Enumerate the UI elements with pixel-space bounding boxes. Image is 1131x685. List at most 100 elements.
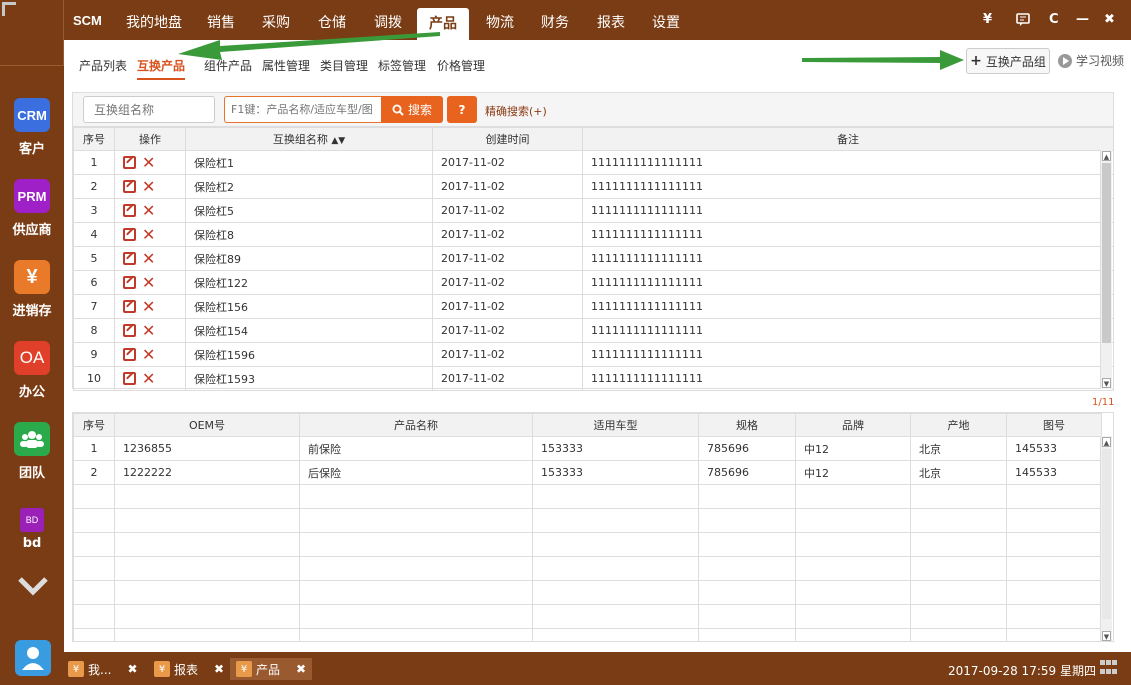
nav-sales[interactable]: 销售	[207, 12, 235, 32]
edit-icon[interactable]	[123, 372, 136, 386]
search-button[interactable]: 搜索	[381, 96, 443, 123]
delete-icon[interactable]: ✕	[142, 250, 155, 266]
empty-cell	[1006, 484, 1102, 509]
edit-icon[interactable]	[123, 348, 136, 362]
table-row[interactable]: 2 1222222 后保险 153333 785696 中12 北京 145533	[73, 460, 1102, 485]
nav-reports[interactable]: 报表	[597, 12, 625, 32]
delete-icon[interactable]: ✕	[142, 274, 155, 290]
sidebar-app-label: 团队	[18, 466, 45, 481]
tab-component-product[interactable]: 组件产品	[204, 57, 252, 74]
task-reports[interactable]: ¥ 报表 ✖	[154, 658, 224, 680]
scroll-thumb[interactable]	[1102, 449, 1111, 619]
product-search-input[interactable]	[224, 96, 382, 123]
close-icon[interactable]: ✖	[214, 662, 224, 676]
edit-icon[interactable]	[123, 252, 136, 266]
add-interchange-group-button[interactable]: + 互换产品组	[966, 48, 1050, 74]
delete-icon[interactable]: ✕	[142, 154, 155, 170]
delete-icon[interactable]: ✕	[142, 202, 155, 218]
delete-icon[interactable]: ✕	[142, 346, 155, 362]
empty-row	[73, 628, 1102, 641]
scroll-down-icon[interactable]: ▼	[1102, 631, 1111, 641]
table-row[interactable]: 4 ✕ 保险杠8 2017-11-02 1111111111111111	[73, 222, 1114, 247]
table-row[interactable]: 8 ✕ 保险杠154 2017-11-02 1111111111111111	[73, 318, 1114, 343]
close-icon[interactable]: ✖	[296, 662, 306, 676]
edit-icon[interactable]	[123, 204, 136, 218]
nav-transfer[interactable]: 调拨	[374, 12, 402, 32]
cell-note: 1111111111111111	[582, 174, 1114, 199]
sidebar-app-oa[interactable]: OA 办公	[0, 341, 64, 400]
table-row[interactable]: 3 ✕ 保险杠5 2017-11-02 1111111111111111	[73, 198, 1114, 223]
task-my-area[interactable]: ¥ 我... ✖	[68, 658, 138, 680]
table-row[interactable]: 10 ✕ 保险杠1593 2017-11-02 1111111111111111	[73, 366, 1114, 391]
help-button[interactable]: ?	[447, 96, 477, 123]
tab-tag-management[interactable]: 标签管理	[378, 57, 426, 74]
table-row[interactable]: 7 ✕ 保险杠156 2017-11-02 1111111111111111	[73, 294, 1114, 319]
empty-cell	[532, 508, 699, 533]
scroll-up-icon[interactable]: ▲	[1102, 437, 1111, 447]
edit-icon[interactable]	[123, 276, 136, 290]
edit-icon[interactable]	[123, 300, 136, 314]
delete-icon[interactable]: ✕	[142, 298, 155, 314]
scroll-up-icon[interactable]: ▲	[1102, 151, 1111, 161]
nav-my-area[interactable]: 我的地盘	[126, 12, 182, 32]
close-icon[interactable]: ✖	[127, 662, 137, 676]
cell-created: 2017-11-02	[432, 366, 583, 391]
cell-note: 1111111111111111	[582, 222, 1114, 247]
user-avatar-icon[interactable]	[15, 640, 51, 676]
edit-icon[interactable]	[123, 156, 136, 170]
sidebar-app-crm[interactable]: CRM 客户	[0, 98, 64, 157]
delete-icon[interactable]: ✕	[142, 370, 155, 386]
nav-logistics[interactable]: 物流	[486, 12, 514, 32]
empty-cell	[910, 628, 1007, 641]
table-row[interactable]: 5 ✕ 保险杠89 2017-11-02 1111111111111111	[73, 246, 1114, 271]
edit-icon[interactable]	[123, 324, 136, 338]
learn-video-link[interactable]: 学习视频	[1058, 52, 1124, 69]
nav-product[interactable]: 产品	[417, 8, 469, 40]
tab-price-management[interactable]: 价格管理	[437, 57, 485, 74]
task-product[interactable]: ¥ 产品 ✖	[230, 658, 313, 680]
nav-finance[interactable]: 财务	[541, 12, 569, 32]
app-grid-icon[interactable]	[1100, 660, 1118, 676]
tab-category-management[interactable]: 类目管理	[320, 57, 368, 74]
nav-warehouse[interactable]: 仓储	[318, 12, 346, 32]
chevron-down-icon[interactable]	[17, 570, 49, 602]
delete-icon[interactable]: ✕	[142, 226, 155, 242]
tab-product-list[interactable]: 产品列表	[79, 57, 127, 74]
nav-purchase[interactable]: 采购	[262, 12, 290, 32]
table-row[interactable]: 1 1236855 前保险 153333 785696 中12 北京 145533	[73, 436, 1102, 461]
close-icon[interactable]: ✖	[1104, 12, 1115, 27]
cell-no: 6	[73, 270, 115, 295]
group-name-input[interactable]	[83, 96, 215, 123]
sidebar-app-inventory[interactable]: ¥ 进销存	[0, 260, 64, 319]
table-row[interactable]: 2 ✕ 保险杠2 2017-11-02 1111111111111111	[73, 174, 1114, 199]
group-table-scrollbar[interactable]: ▲ ▼	[1100, 150, 1112, 389]
refresh-icon[interactable]: C	[1049, 12, 1059, 27]
tab-interchange-product[interactable]: 互换产品	[137, 57, 186, 80]
yen-icon[interactable]: ¥	[983, 12, 992, 27]
minimize-icon[interactable]: —	[1076, 12, 1089, 27]
scroll-down-icon[interactable]: ▼	[1102, 378, 1111, 388]
scroll-thumb[interactable]	[1102, 163, 1111, 343]
sidebar-app-prm[interactable]: PRM 供应商	[0, 179, 64, 238]
empty-cell	[532, 628, 699, 641]
nav-settings[interactable]: 设置	[652, 12, 680, 32]
product-table-scrollbar[interactable]: ▲ ▼	[1100, 436, 1112, 641]
message-icon[interactable]	[1016, 13, 1030, 27]
delete-icon[interactable]: ✕	[142, 178, 155, 194]
advanced-search-link[interactable]: 精确搜索(+)	[485, 103, 547, 119]
col-header-group-name[interactable]: 互换组名称 ▲▼	[185, 127, 433, 151]
yen-icon: ¥	[236, 661, 252, 677]
cell-actions: ✕	[114, 222, 186, 247]
edit-icon[interactable]	[123, 180, 136, 194]
sidebar-app-bd[interactable]: BD bd	[0, 508, 64, 551]
sidebar-app-team[interactable]: 团队	[0, 422, 64, 481]
table-row[interactable]: 6 ✕ 保险杠122 2017-11-02 1111111111111111	[73, 270, 1114, 295]
col-header-label: 互换组名称	[272, 133, 328, 146]
empty-cell	[299, 580, 533, 605]
edit-icon[interactable]	[123, 228, 136, 242]
delete-icon[interactable]: ✕	[142, 322, 155, 338]
table-row[interactable]: 9 ✕ 保险杠1596 2017-11-02 1111111111111111	[73, 342, 1114, 367]
table-row[interactable]: 1 ✕ 保险杠1 2017-11-02 1111111111111111	[73, 150, 1114, 175]
tab-attribute-management[interactable]: 属性管理	[262, 57, 310, 74]
task-label: 我...	[88, 662, 112, 677]
